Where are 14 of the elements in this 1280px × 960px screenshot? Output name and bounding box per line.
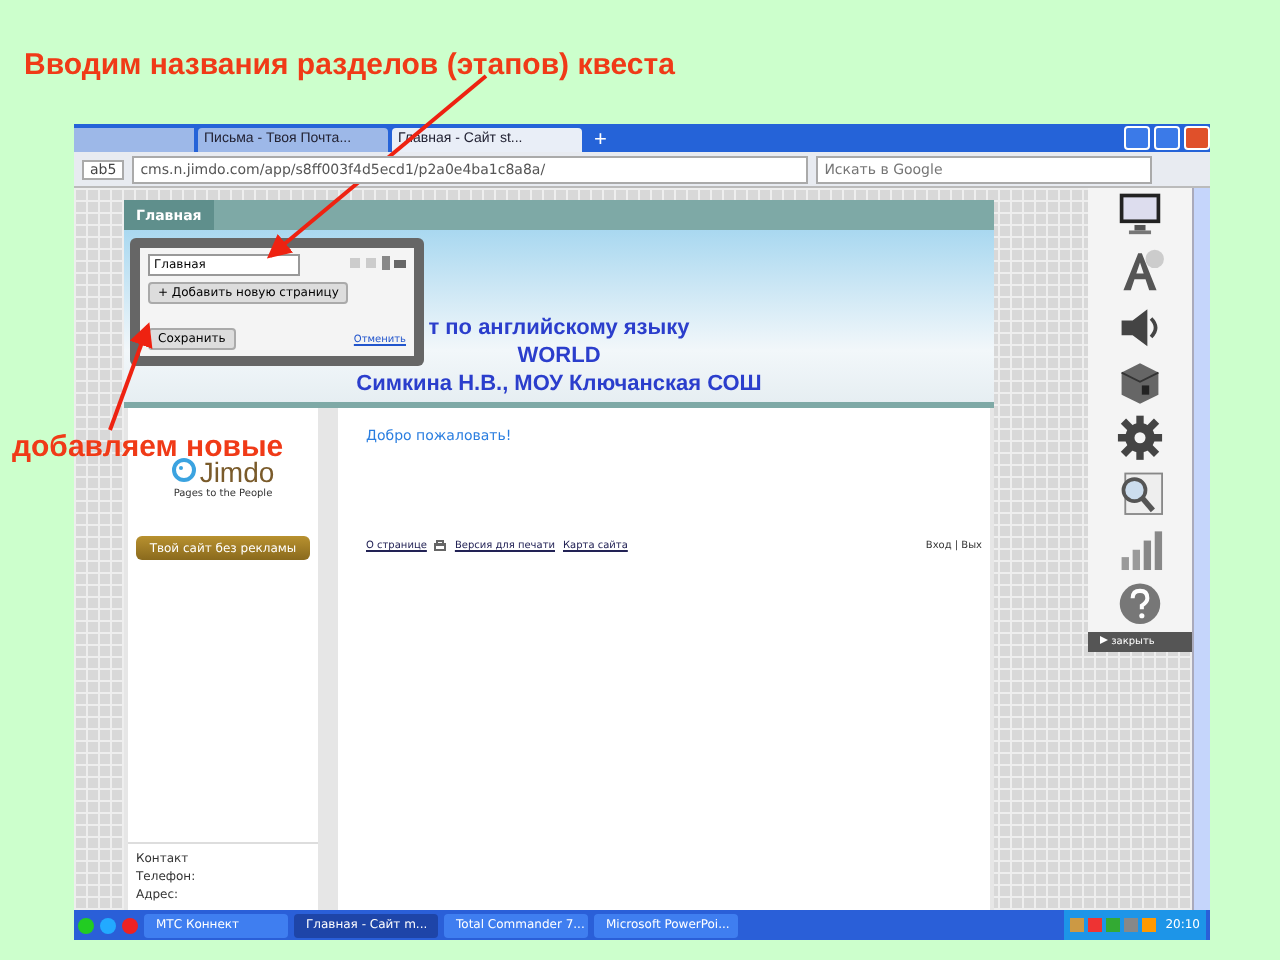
header-title: т по английскому языку [428, 314, 690, 342]
slide-title: Вводим названия разделов (этапов) квеста [24, 48, 675, 82]
minimize-icon[interactable] [1124, 126, 1150, 150]
gear-icon[interactable] [1114, 412, 1166, 464]
arrow [108, 322, 153, 431]
toolbar-icon[interactable] [350, 256, 406, 270]
close-icon[interactable] [1184, 126, 1210, 150]
printer-icon [434, 540, 447, 552]
scrollbar[interactable] [1192, 188, 1210, 910]
header-title: Симкина Н.В., МОУ Ключанская СОШ [356, 370, 762, 398]
maximize-icon[interactable] [1154, 126, 1180, 150]
header-title: WORLD [517, 342, 601, 370]
triangle-icon [1100, 636, 1108, 645]
new-tab-button[interactable]: + [586, 128, 615, 152]
